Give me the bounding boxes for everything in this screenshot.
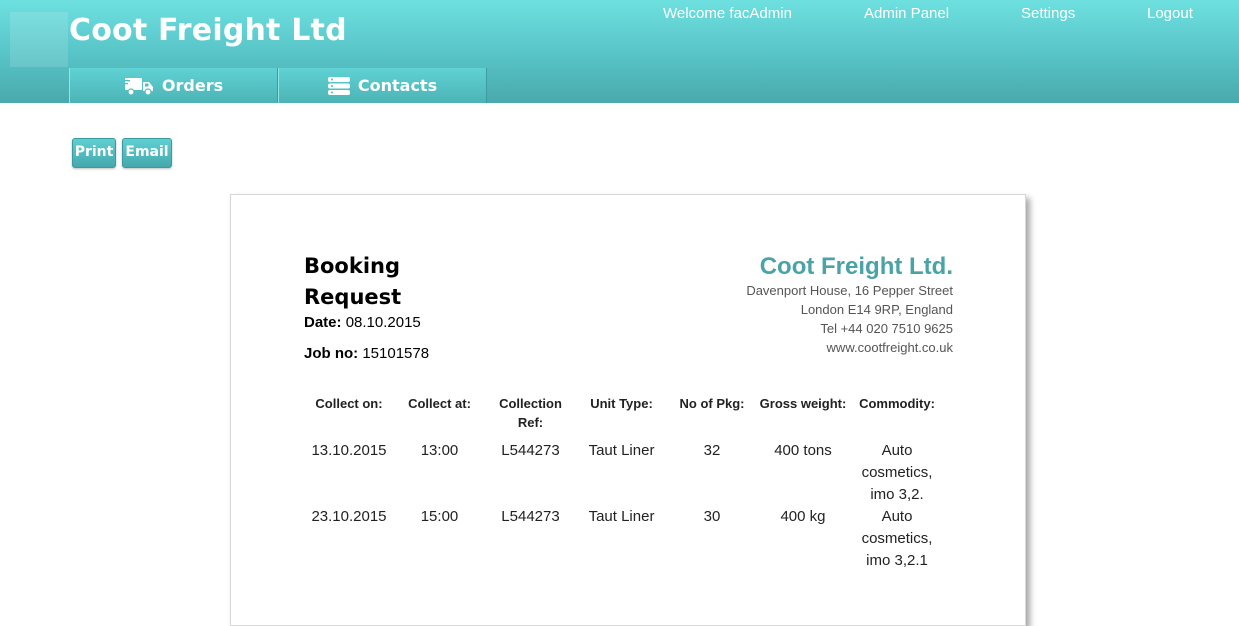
document-title-line1: Booking — [304, 254, 401, 278]
table-cell: 15:00 — [420, 508, 459, 525]
company-phone: Tel +44 020 7510 9625 — [820, 321, 953, 336]
table-cell: Auto cosmetics, imo 3,2. — [861, 442, 933, 503]
print-button[interactable]: Print — [72, 138, 116, 168]
tab-orders-label: Orders — [161, 76, 224, 95]
server-stack-icon — [327, 76, 350, 95]
job-number: Job no: 15101578 — [304, 345, 429, 362]
company-name: Coot Freight Ltd. — [759, 253, 953, 280]
truck-icon — [123, 76, 154, 96]
document-title-line2: Request — [304, 285, 402, 309]
company-address-line1: Davenport House, 16 Pepper Street — [746, 283, 953, 298]
table-row: 13.10.2015 13:00 L544273 Taut Liner 32 4… — [304, 440, 945, 506]
table-cell: L544273 — [501, 442, 560, 459]
column-header: Collect on: — [315, 396, 383, 411]
settings-link[interactable]: Settings — [1021, 5, 1075, 22]
admin-panel-link[interactable]: Admin Panel — [864, 5, 949, 22]
column-header: Unit Type: — [590, 396, 653, 411]
table-cell: Taut Liner — [588, 442, 655, 459]
table-row: 23.10.2015 15:00 L544273 Taut Liner 30 4… — [304, 506, 945, 572]
logout-link[interactable]: Logout — [1147, 5, 1193, 22]
table-cell: 32 — [703, 442, 721, 459]
table-cell: 30 — [703, 508, 721, 525]
tab-contacts[interactable]: Contacts — [278, 68, 487, 103]
table-header-row: Collect on: Collect at: Collection Ref: … — [304, 394, 945, 440]
company-website: www.cootfreight.co.uk — [826, 340, 953, 355]
date-value: 08.10.2015 — [345, 314, 421, 331]
column-header: No of Pkg: — [679, 396, 745, 411]
job-label: Job no: — [304, 345, 359, 362]
column-header: Commodity: — [859, 396, 935, 411]
header-decoration — [10, 12, 68, 67]
main-tabs: Orders Contacts — [69, 68, 487, 103]
company-info: Coot Freight Ltd. Davenport House, 16 Pe… — [746, 253, 953, 357]
document-title: Booking Request — [304, 251, 464, 313]
table-cell: 23.10.2015 — [311, 508, 387, 525]
app-brand-title[interactable]: Coot Freight Ltd — [69, 13, 347, 48]
booking-document: Booking Request Date: 08.10.2015 Job no:… — [230, 194, 1026, 626]
job-value: 15101578 — [362, 345, 430, 362]
tab-contacts-label: Contacts — [357, 76, 438, 95]
column-header: Collect at: — [408, 396, 471, 411]
table-cell: L544273 — [501, 508, 560, 525]
email-button[interactable]: Email — [122, 138, 172, 168]
booking-items-table: Collect on: Collect at: Collection Ref: … — [304, 394, 945, 572]
welcome-user-link[interactable]: Welcome facAdmin — [663, 5, 792, 22]
booking-date: Date: 08.10.2015 — [304, 314, 421, 331]
app-header: Coot Freight Ltd Welcome facAdmin Admin … — [0, 0, 1239, 103]
table-cell: Auto cosmetics, imo 3,2.1 — [861, 508, 933, 569]
column-header: Gross weight: — [759, 396, 847, 411]
tab-orders[interactable]: Orders — [69, 68, 278, 103]
table-cell: Taut Liner — [588, 508, 655, 525]
table-cell: 400 tons — [774, 442, 832, 459]
table-cell: 13.10.2015 — [311, 442, 387, 459]
date-label: Date: — [304, 314, 342, 331]
column-header: Collection Ref: — [499, 396, 562, 430]
company-address-line2: London E14 9RP, England — [800, 302, 953, 317]
table-cell: 400 kg — [780, 508, 826, 525]
table-cell: 13:00 — [420, 442, 459, 459]
